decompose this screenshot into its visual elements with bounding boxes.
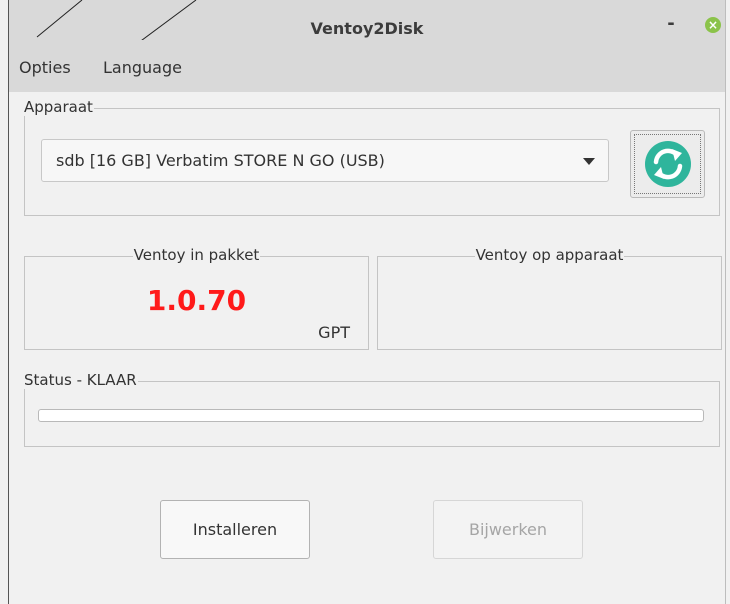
menu-opties[interactable]: Opties bbox=[19, 58, 71, 77]
menu-language[interactable]: Language bbox=[103, 58, 182, 77]
refresh-icon bbox=[645, 141, 691, 187]
package-version: 1.0.70 bbox=[146, 284, 247, 317]
chevron-down-icon bbox=[583, 158, 595, 165]
device-group: Apparaat sdb [16 GB] Verbatim STORE N GO… bbox=[23, 98, 720, 216]
status-label: Status - KLAAR bbox=[23, 371, 138, 389]
annotation-lines bbox=[36, 0, 197, 40]
package-version-label: Ventoy in pakket bbox=[132, 246, 261, 264]
refresh-button[interactable] bbox=[630, 130, 705, 198]
device-version-label: Ventoy op apparaat bbox=[474, 246, 625, 264]
window: Ventoy2Disk - × Opties Language Apparaat… bbox=[0, 0, 730, 604]
install-button[interactable]: Installeren bbox=[160, 500, 310, 559]
package-version-group: Ventoy in pakket 1.0.70 GPT bbox=[24, 246, 369, 350]
package-partition-style: GPT bbox=[318, 323, 350, 342]
device-group-label: Apparaat bbox=[23, 98, 94, 116]
progress-bar bbox=[38, 409, 704, 422]
device-version-group: Ventoy op apparaat bbox=[377, 246, 722, 350]
device-select-value: sdb [16 GB] Verbatim STORE N GO (USB) bbox=[56, 151, 385, 170]
annotation-line-opties bbox=[36, 0, 83, 38]
status-group: Status - KLAAR bbox=[23, 371, 720, 447]
annotation-line-language bbox=[141, 0, 197, 40]
window-right-edge bbox=[725, 0, 726, 604]
device-select[interactable]: sdb [16 GB] Verbatim STORE N GO (USB) bbox=[41, 139, 609, 182]
window-left-edge bbox=[8, 0, 9, 604]
update-button: Bijwerken bbox=[433, 500, 583, 559]
